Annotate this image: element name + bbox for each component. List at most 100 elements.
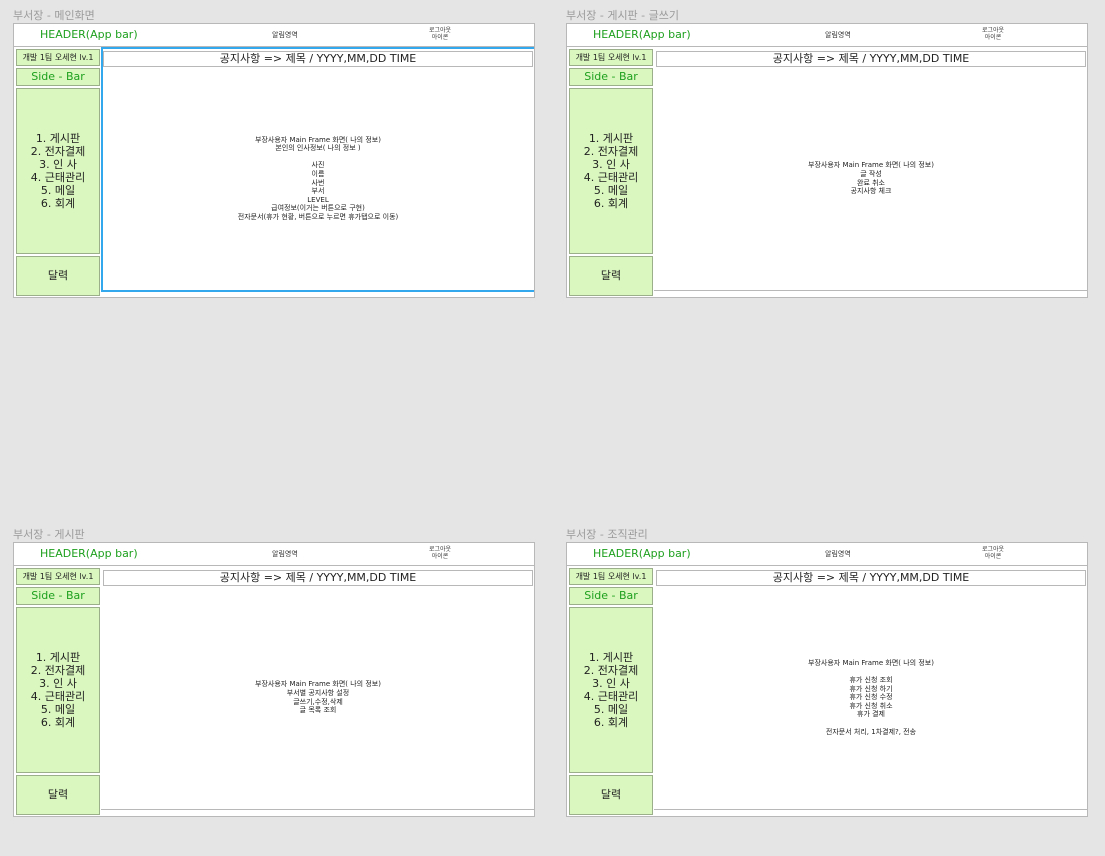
content-line: 글쓰기,수정,삭제 [293,697,343,706]
alert-area[interactable]: 알림영역 [272,30,298,40]
content-line: 부장사용자 Main Frame 화면( 나의 정보) [808,161,934,170]
app-header: HEADER(App bar) 알림영역 로그아웃 아이콘 [567,543,1087,566]
main-content: 부장사용자 Main Frame 화면( 나의 정보) 본인의 인사정보( 나의 … [103,69,533,288]
sidebar-menu: 1. 게시판 2. 전자결제 3. 인 사 4. 근태관리 5. 메일 6. 회계 [569,88,653,254]
content-line: 휴가 결제 [857,710,885,719]
calendar[interactable]: 달력 [569,775,653,815]
sidebar-item[interactable]: 4. 근태관리 [31,690,85,703]
sidebar-item[interactable]: 2. 전자결제 [584,145,638,158]
sidebar-item[interactable]: 6. 회계 [594,716,628,729]
sidebar-item[interactable]: 2. 전자결제 [31,664,85,677]
sidebar-item[interactable]: 3. 인 사 [39,158,77,171]
header-title: HEADER(App bar) [593,547,691,560]
alert-area[interactable]: 알림영역 [825,30,851,40]
sidebar-item[interactable]: 5. 메일 [41,184,75,197]
wireframe-frame: HEADER(App bar) 알림영역 로그아웃 아이콘개발 1팀 오세현 lv.1… [566,542,1088,817]
user-info: 개발 1팀 오세현 lv.1 [569,49,653,66]
content-line: 휴가 신청 수정 [849,693,893,702]
content-line: 급여정보(이거는 버튼으로 구현) [271,204,365,213]
header-title: HEADER(App bar) [593,28,691,41]
logout-icon[interactable]: 로그아웃 아이콘 [975,546,1011,560]
content-line: 부서별 공지사항 설정 [286,688,350,697]
sidebar-item[interactable]: 5. 메일 [594,703,628,716]
sidebar-item[interactable]: 4. 근태관리 [31,171,85,184]
sidebar-item[interactable]: 1. 게시판 [589,651,633,664]
app-header: HEADER(App bar) 알림영역 로그아웃 아이콘 [567,24,1087,47]
content-line: 완료 취소 [857,178,885,187]
sidebar-item[interactable]: 2. 전자결제 [31,145,85,158]
calendar[interactable]: 달력 [569,256,653,296]
user-info: 개발 1팀 오세현 lv.1 [16,49,100,66]
logout-icon-label: 로그아웃 [428,546,452,553]
footer-divider [101,290,534,297]
side-bar-label: Side - Bar [569,68,653,86]
calendar[interactable]: 달력 [16,775,100,815]
content-line: 글 작성 [860,169,882,178]
notice-bar[interactable]: 공지사항 => 제목 / YYYY,MM,DD TIME [656,570,1086,586]
sidebar-item[interactable]: 1. 게시판 [36,132,80,145]
wireframe-frame: HEADER(App bar) 알림영역 로그아웃 아이콘개발 1팀 오세현 lv.1… [566,23,1088,298]
logout-icon-label: 로그아웃 [428,27,452,34]
calendar[interactable]: 달력 [16,256,100,296]
alert-area[interactable]: 알림영역 [272,549,298,559]
content-line: 본인의 인사정보( 나의 정보 ) [275,144,361,153]
content-line: 부장사용자 Main Frame 화면( 나의 정보) [255,135,381,144]
logout-icon-label: 로그아웃 [981,546,1005,553]
notice-bar[interactable]: 공지사항 => 제목 / YYYY,MM,DD TIME [656,51,1086,67]
app-header: HEADER(App bar) 알림영역 로그아웃 아이콘 [14,543,534,566]
sidebar-item[interactable]: 5. 메일 [41,703,75,716]
user-info: 개발 1팀 오세현 lv.1 [569,568,653,585]
frame-title: 부서장 - 메인화면 [13,9,95,22]
header-title: HEADER(App bar) [40,28,138,41]
content-line: 휴가 신청 하기 [849,684,893,693]
logout-icon-label: 아이콘 [984,553,1002,560]
content-line: 글 목록 조회 [299,706,337,715]
content-line: 전자문서 처리, 1차결제?, 전송 [825,727,917,736]
frame-title: 부서장 - 조직관리 [566,528,648,541]
logout-icon[interactable]: 로그아웃 아이콘 [422,546,458,560]
logout-icon[interactable]: 로그아웃 아이콘 [975,27,1011,41]
logout-icon-label: 로그아웃 [981,27,1005,34]
frame-title: 부서장 - 게시판 - 글쓰기 [566,9,680,22]
notice-bar[interactable]: 공지사항 => 제목 / YYYY,MM,DD TIME [103,570,533,586]
sidebar-item[interactable]: 5. 메일 [594,184,628,197]
content-line: 이름 [311,169,325,178]
sidebar-item[interactable]: 6. 회계 [594,197,628,210]
side-bar-label: Side - Bar [16,587,100,605]
content-line: 부장사용자 Main Frame 화면( 나의 정보) [255,680,381,689]
content-line: 전자문서(휴가 현황, 버튼으로 누르면 휴가탭으로 이동) [237,212,399,221]
logout-icon[interactable]: 로그아웃 아이콘 [422,27,458,41]
sidebar-menu: 1. 게시판 2. 전자결제 3. 인 사 4. 근태관리 5. 메일 6. 회계 [569,607,653,773]
logout-icon-label: 아이콘 [984,34,1002,41]
sidebar-item[interactable]: 2. 전자결제 [584,664,638,677]
sidebar-item[interactable]: 4. 근태관리 [584,171,638,184]
user-info: 개발 1팀 오세현 lv.1 [16,568,100,585]
sidebar-item[interactable]: 3. 인 사 [592,158,630,171]
content-line: 사진 [311,161,325,170]
sidebar-item[interactable]: 4. 근태관리 [584,690,638,703]
frame-title: 부서장 - 게시판 [13,528,85,541]
wireframe-frame: HEADER(App bar) 알림영역 로그아웃 아이콘개발 1팀 오세현 lv.1… [13,542,535,817]
sidebar-item[interactable]: 1. 게시판 [36,651,80,664]
sidebar-menu: 1. 게시판 2. 전자결제 3. 인 사 4. 근태관리 5. 메일 6. 회계 [16,607,100,773]
content-line: 공지사항 체크 [850,187,892,196]
side-bar-label: Side - Bar [569,587,653,605]
header-title: HEADER(App bar) [40,547,138,560]
sidebar-item[interactable]: 1. 게시판 [589,132,633,145]
footer-divider [101,809,534,816]
sidebar-item[interactable]: 3. 인 사 [592,677,630,690]
content-line: 사번 [311,178,325,187]
main-content: 부장사용자 Main Frame 화면( 나의 정보) 부서별 공지사항 설정 글쓰… [103,588,533,807]
content-line: LEVEL [307,195,329,204]
footer-divider [654,290,1087,297]
logout-icon-label: 아이콘 [431,553,449,560]
sidebar-item[interactable]: 6. 회계 [41,716,75,729]
sidebar-item[interactable]: 3. 인 사 [39,677,77,690]
wireframe-frame: HEADER(App bar) 알림영역 로그아웃 아이콘개발 1팀 오세현 lv.1… [13,23,535,298]
notice-bar[interactable]: 공지사항 => 제목 / YYYY,MM,DD TIME [103,51,533,67]
alert-area[interactable]: 알림영역 [825,549,851,559]
sidebar-menu: 1. 게시판 2. 전자결제 3. 인 사 4. 근태관리 5. 메일 6. 회계 [16,88,100,254]
logout-icon-label: 아이콘 [431,34,449,41]
content-line: 부장사용자 Main Frame 화면( 나의 정보) [808,658,934,667]
sidebar-item[interactable]: 6. 회계 [41,197,75,210]
